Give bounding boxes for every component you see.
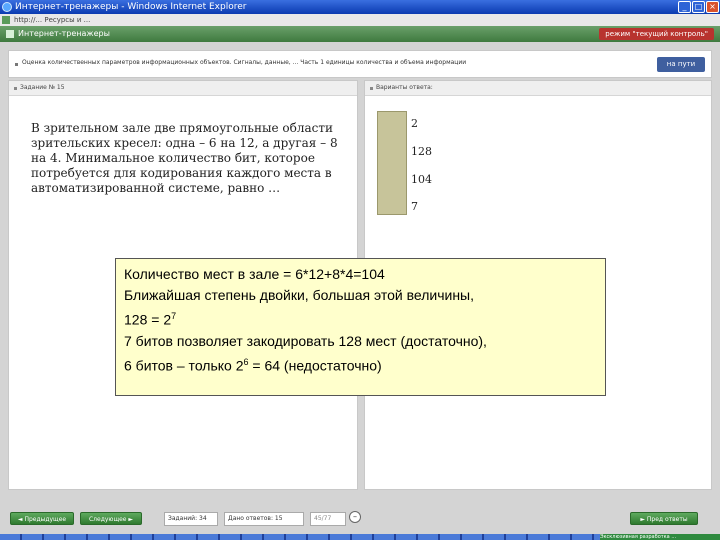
answers-count: Дано ответов: 15 [224,512,304,526]
address-url[interactable]: http://... Ресурсы и ... [14,14,90,26]
maximize-button[interactable]: □ [692,1,705,13]
topic-text: Оценка количественных параметров информа… [22,59,467,66]
close-button[interactable]: × [706,1,719,13]
explanation-line: 6 битов – только 26 = 64 (недостаточно) [124,352,597,377]
bullet-icon [15,63,18,66]
answer-option[interactable]: 128 [411,145,432,158]
explanation-line: Ближайшая степень двойки, большая этой в… [124,287,475,303]
answer-panel-title: Варианты ответа: [376,84,433,91]
bullet-icon [370,87,373,90]
taskbar-active-item[interactable]: Эксклюзивная разработка ... [600,534,720,540]
collapse-button[interactable]: – [349,511,361,523]
page-counter: 45/77 [310,512,346,526]
taskbar-items[interactable] [0,534,600,540]
finish-button[interactable]: ► Пред ответы [630,512,698,525]
explanation-power-base: 128 = 2 [124,311,172,328]
tasks-count: Заданий: 34 [164,512,218,526]
app-logo-icon [6,30,14,38]
answer-selection-column[interactable] [377,111,407,215]
ie-browser-icon [2,2,12,12]
answer-option[interactable]: 7 [411,200,418,213]
explanation-text: = 64 (недостаточно) [248,357,382,374]
bullet-icon [14,87,17,90]
explanation-exponent: 7 [171,311,177,321]
window-title-bar: Интернет-тренажеры - Windows Internet Ex… [0,0,720,14]
explanation-text: 6 битов – только 2 [124,357,244,374]
page-icon [2,16,10,24]
window-title: Интернет-тренажеры - Windows Internet Ex… [15,2,247,12]
minimize-button[interactable]: _ [678,1,691,13]
app-name: Интернет-тренажеры [18,29,110,38]
mode-badge: режим "текущий контроль" [599,28,714,40]
explanation-box: Количество мест в зале = 6*12+8*4=104 Бл… [115,258,606,396]
answer-panel-header: Варианты ответа: [365,81,711,96]
topic-bar: Оценка количественных параметров информа… [8,50,712,78]
app-header: Интернет-тренажеры режим "текущий контро… [0,26,720,42]
explanation-line: Количество мест в зале = 6*12+8*4=104 [124,266,385,282]
answer-option[interactable]: 104 [411,173,432,186]
question-number: Задание № 15 [20,84,65,91]
previous-button[interactable]: ◄ Предыдущее [10,512,74,525]
explanation-line: 128 = 27 [124,306,597,331]
question-text: В зрительном зале две прямоугольные обла… [31,121,338,195]
answer-option[interactable]: 2 [411,117,418,130]
question-panel-header: Задание № 15 [9,81,357,96]
back-button[interactable]: на пути [657,57,705,72]
next-button[interactable]: Следующее ► [80,512,142,525]
explanation-line: 7 битов позволяет закодировать 128 мест … [124,332,487,349]
